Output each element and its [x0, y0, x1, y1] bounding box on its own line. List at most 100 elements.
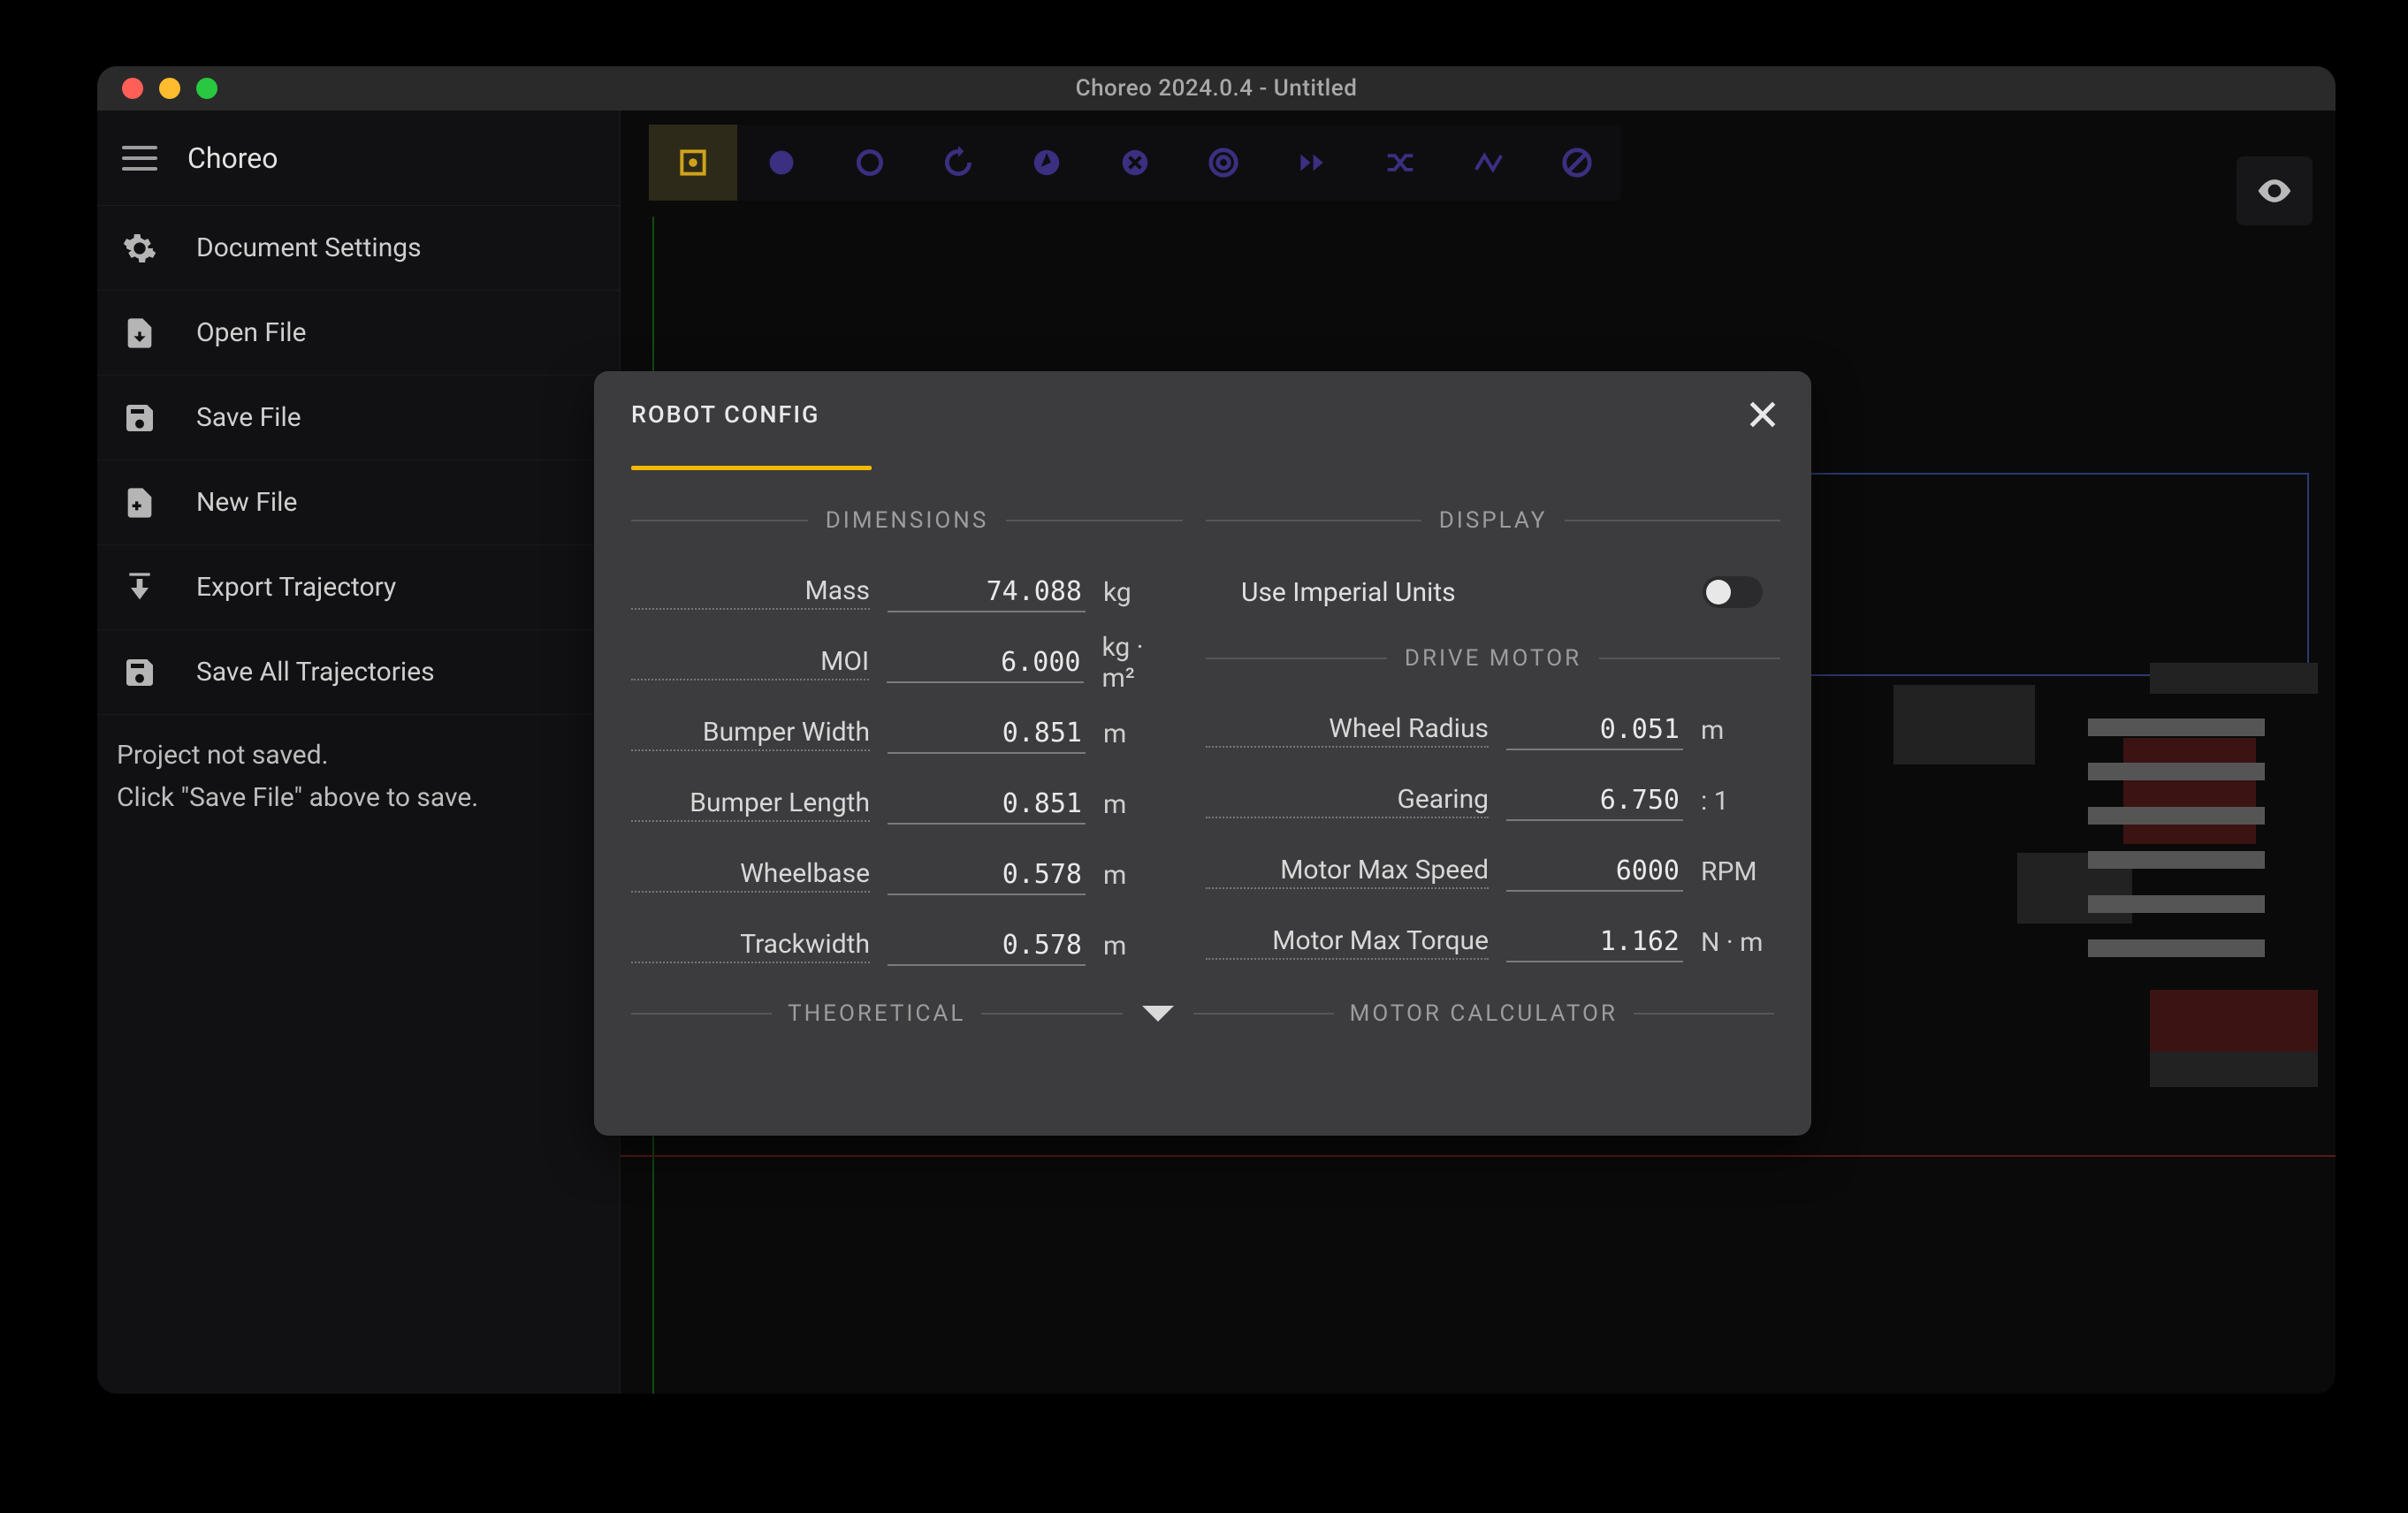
status-line: Project not saved.: [117, 734, 600, 777]
sidebar-item-document-settings[interactable]: Document Settings: [97, 206, 620, 291]
sidebar-item-label: Save All Trajectories: [196, 657, 435, 688]
field-label: Wheel Radius: [1206, 713, 1489, 748]
field-label: Gearing: [1206, 784, 1489, 818]
tab-underline: [631, 466, 872, 470]
section-dimensions: DIMENSIONS: [631, 507, 1183, 534]
wheelbase-input[interactable]: 0.578: [888, 855, 1086, 895]
tab-robot-config[interactable]: ROBOT CONFIG: [631, 400, 819, 441]
sidebar-item-label: New File: [196, 487, 297, 518]
unit-label: m: [1701, 715, 1780, 746]
section-display: DISPLAY: [1206, 507, 1780, 534]
row-trackwidth: Trackwidth 0.578 m: [631, 910, 1183, 981]
imperial-toggle[interactable]: [1703, 576, 1763, 608]
unit-label: kg · m²: [1101, 632, 1183, 694]
tool-compass[interactable]: [1002, 125, 1091, 201]
sidebar-item-label: Open File: [196, 317, 306, 348]
row-gearing: Gearing 6.750 : 1: [1206, 765, 1780, 836]
unit-label: kg: [1103, 577, 1183, 608]
robot-config-panel: ROBOT CONFIG DIMENSIONS Mass 74.088 kg M…: [594, 371, 1811, 1136]
unit-label: N · m: [1701, 927, 1780, 958]
bumper-width-input[interactable]: 0.851: [888, 714, 1086, 754]
gearing-input[interactable]: 6.750: [1506, 781, 1683, 821]
project-status: Project not saved. Click "Save File" abo…: [97, 715, 620, 839]
section-motor-calculator: MOTOR CALCULATOR: [1350, 1000, 1618, 1027]
sidebar-item-new-file[interactable]: New File: [97, 460, 620, 545]
sidebar-item-open-file[interactable]: Open File: [97, 291, 620, 376]
tool-block[interactable]: [1533, 125, 1621, 201]
file-upload-icon: [122, 316, 157, 351]
wheel-radius-input[interactable]: 0.051: [1506, 711, 1683, 750]
bumper-length-input[interactable]: 0.851: [888, 785, 1086, 825]
mass-input[interactable]: 74.088: [888, 573, 1086, 612]
save-all-icon: [122, 655, 157, 690]
field-label: Bumper Width: [631, 717, 870, 751]
section-label: DISPLAY: [1439, 507, 1548, 534]
tool-selection[interactable]: [649, 125, 737, 201]
tool-cancel[interactable]: [1091, 125, 1179, 201]
motor-max-torque-input[interactable]: 1.162: [1506, 923, 1683, 962]
chevron-down-icon[interactable]: [1142, 1006, 1174, 1022]
tool-target[interactable]: [1179, 125, 1268, 201]
sidebar-item-export-trajectory[interactable]: Export Trajectory: [97, 545, 620, 630]
unit-label: RPM: [1701, 856, 1780, 887]
tool-waveform[interactable]: [1444, 125, 1533, 201]
visibility-toggle[interactable]: [2237, 156, 2313, 225]
tool-fast-forward[interactable]: [1268, 125, 1356, 201]
section-theoretical: THEORETICAL: [788, 1000, 965, 1027]
trackwidth-input[interactable]: 0.578: [888, 926, 1086, 966]
field-label: MOI: [631, 646, 869, 680]
section-drive-motor: DRIVE MOTOR: [1206, 645, 1780, 672]
menu-icon[interactable]: [122, 146, 157, 171]
row-bumper-width: Bumper Width 0.851 m: [631, 698, 1183, 769]
bottom-sections: THEORETICAL MOTOR CALCULATOR: [631, 1000, 1774, 1027]
sidebar-item-label: Export Trajectory: [196, 572, 396, 603]
app-name: Choreo: [187, 141, 278, 175]
sidebar-item-label: Document Settings: [196, 232, 422, 263]
moi-input[interactable]: 6.000: [887, 643, 1084, 683]
toolbar: [649, 125, 1621, 201]
panel-header: ROBOT CONFIG: [631, 371, 1774, 470]
sidebar-header: Choreo: [97, 110, 620, 206]
field-label: Motor Max Torque: [1206, 925, 1489, 960]
close-button[interactable]: [1746, 398, 1779, 435]
unit-label: m: [1103, 789, 1183, 820]
row-moi: MOI 6.000 kg · m²: [631, 627, 1183, 698]
section-label: DIMENSIONS: [826, 507, 989, 534]
unit-label: m: [1103, 931, 1183, 962]
unit-label: m: [1103, 860, 1183, 891]
tool-shuffle[interactable]: [1356, 125, 1444, 201]
row-wheel-radius: Wheel Radius 0.051 m: [1206, 695, 1780, 765]
motor-max-speed-input[interactable]: 6000: [1506, 852, 1683, 892]
gear-icon: [122, 231, 157, 266]
row-motor-max-speed: Motor Max Speed 6000 RPM: [1206, 836, 1780, 907]
field-label: Wheelbase: [631, 858, 870, 893]
sidebar: Choreo Document Settings Open File Save …: [97, 110, 621, 1394]
motor-column: DISPLAY Use Imperial Units DRIVE MOTOR W…: [1206, 490, 1780, 981]
sidebar-item-save-file[interactable]: Save File: [97, 376, 620, 460]
row-motor-max-torque: Motor Max Torque 1.162 N · m: [1206, 907, 1780, 977]
row-wheelbase: Wheelbase 0.578 m: [631, 840, 1183, 910]
status-line: Click "Save File" above to save.: [117, 777, 600, 819]
tool-rotate[interactable]: [914, 125, 1002, 201]
file-add-icon: [122, 485, 157, 521]
sidebar-item-label: Save File: [196, 402, 301, 433]
titlebar: Choreo 2024.0.4 - Untitled: [97, 66, 2336, 110]
field-label: Trackwidth: [631, 929, 870, 963]
window-title: Choreo 2024.0.4 - Untitled: [97, 75, 2336, 102]
sidebar-item-save-all[interactable]: Save All Trajectories: [97, 630, 620, 715]
field-label: Bumper Length: [631, 787, 870, 822]
download-icon: [122, 570, 157, 605]
tool-filled-circle[interactable]: [737, 125, 826, 201]
field-label: Motor Max Speed: [1206, 855, 1489, 889]
save-icon: [122, 400, 157, 436]
tool-circle[interactable]: [826, 125, 914, 201]
app-window: Choreo 2024.0.4 - Untitled Choreo Docume…: [97, 66, 2336, 1394]
row-mass: Mass 74.088 kg: [631, 557, 1183, 627]
field-label: Mass: [631, 575, 870, 610]
section-label: DRIVE MOTOR: [1405, 645, 1581, 672]
imperial-toggle-row: Use Imperial Units: [1206, 557, 1780, 627]
toggle-label: Use Imperial Units: [1241, 577, 1456, 608]
row-bumper-length: Bumper Length 0.851 m: [631, 769, 1183, 840]
dimensions-column: DIMENSIONS Mass 74.088 kg MOI 6.000 kg ·…: [631, 490, 1183, 981]
unit-label: m: [1103, 718, 1183, 749]
